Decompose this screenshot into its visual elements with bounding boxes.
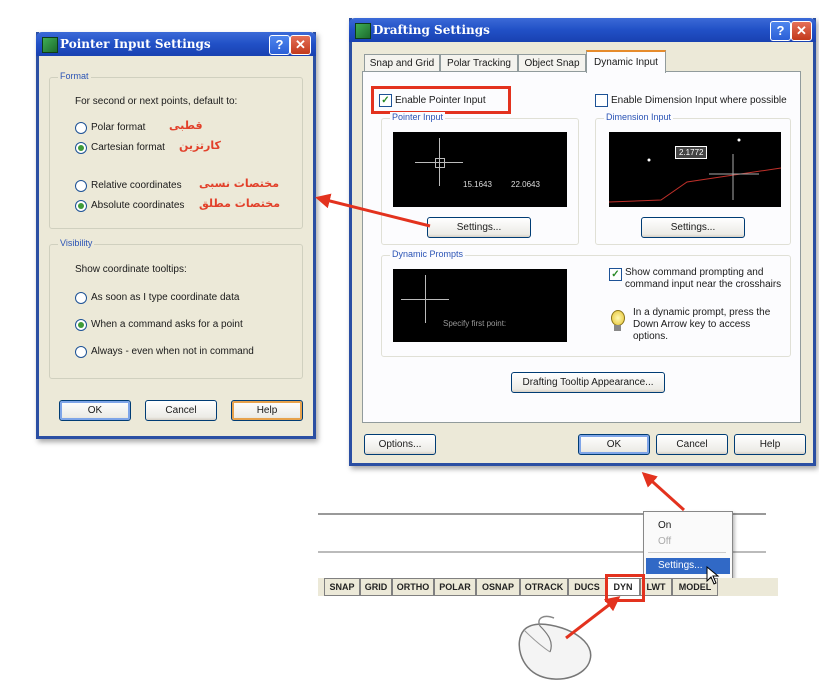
ok-button[interactable]: OK	[578, 434, 650, 455]
status-otrack-button[interactable]: OTRACK	[520, 578, 568, 596]
visibility-group-label: Visibility	[58, 238, 95, 248]
drafting-dialog-titlebar[interactable]: Drafting Settings ? ✕	[349, 18, 816, 42]
visibility-prompt: Show coordinate tooltips:	[75, 264, 187, 275]
cartesian-farsi-label: کارتزین	[179, 139, 221, 152]
absolute-coordinates-label[interactable]: Absolute coordinates	[91, 200, 184, 211]
tab-object-snap[interactable]: Object Snap	[518, 54, 586, 72]
enable-dimension-input-checkbox[interactable]	[595, 94, 608, 107]
status-snap-button[interactable]: SNAP	[324, 578, 360, 596]
polar-format-radio[interactable]	[75, 122, 87, 134]
dyn-highlight	[605, 574, 645, 602]
tooltip-always-radio[interactable]	[75, 346, 87, 358]
tooltip-on-type-radio[interactable]	[75, 292, 87, 304]
relative-coordinates-label[interactable]: Relative coordinates	[91, 180, 182, 191]
enable-dimension-input-label[interactable]: Enable Dimension Input where possible	[611, 95, 787, 106]
dimension-value-box: 2.1772	[675, 146, 708, 159]
options-button[interactable]: Options...	[364, 434, 436, 455]
dimension-input-preview: 2.1772	[609, 132, 781, 207]
polar-format-label[interactable]: Polar format	[91, 122, 145, 133]
pointer-dialog-title: Pointer Input Settings	[60, 37, 211, 51]
pointer-input-settings-dialog: Pointer Input Settings ? ✕ Format For se…	[36, 32, 316, 439]
drafting-tooltip-appearance-button[interactable]: Drafting Tooltip Appearance...	[511, 372, 665, 393]
tab-polar-tracking[interactable]: Polar Tracking	[440, 54, 518, 72]
tab-panel: ✓ Enable Pointer Input Enable Dimension …	[362, 71, 801, 423]
help-button[interactable]: Help	[231, 400, 303, 421]
cartesian-format-label[interactable]: Cartesian format	[91, 142, 165, 153]
status-polar-button[interactable]: POLAR	[434, 578, 476, 596]
pointer-input-group-label: Pointer Input	[390, 112, 446, 122]
specify-first-point-text: Specify first point:	[443, 319, 507, 328]
show-command-prompting-label[interactable]: Show command prompting and command input…	[625, 267, 785, 291]
cancel-button[interactable]: Cancel	[145, 400, 217, 421]
pointer-input-highlight	[371, 86, 511, 114]
arrow-to-drafting-dialog	[641, 471, 686, 512]
tooltip-on-command-label[interactable]: When a command asks for a point	[91, 319, 243, 330]
show-command-prompting-checkbox[interactable]: ✓	[609, 268, 622, 281]
cancel-button[interactable]: Cancel	[656, 434, 728, 455]
menu-item-on[interactable]: On	[658, 520, 671, 531]
tooltip-on-command-radio[interactable]	[75, 319, 87, 331]
dynamic-prompts-preview: Specify first point:	[393, 269, 567, 342]
status-osnap-button[interactable]: OSNAP	[476, 578, 520, 596]
dimension-preview-drawing	[609, 138, 781, 203]
pointer-dialog-titlebar[interactable]: Pointer Input Settings ? ✕	[36, 32, 316, 56]
lightbulb-icon	[611, 310, 625, 326]
app-icon	[42, 37, 58, 53]
tooltip-always-label[interactable]: Always - even when not in command	[91, 346, 254, 357]
pointer-settings-button[interactable]: Settings...	[427, 217, 531, 238]
status-ducs-button[interactable]: DUCS	[568, 578, 606, 596]
close-icon[interactable]: ✕	[290, 35, 311, 55]
down-arrow-hint: In a dynamic prompt, press the Down Arro…	[633, 307, 771, 342]
tab-snap-and-grid[interactable]: Snap and Grid	[364, 54, 440, 72]
close-icon[interactable]: ✕	[791, 21, 812, 41]
ok-button[interactable]: OK	[59, 400, 131, 421]
dynamic-prompts-group-label: Dynamic Prompts	[390, 249, 466, 259]
polar-farsi-label: قطبی	[169, 119, 203, 132]
coord-y-tooltip: 22.0643	[511, 180, 540, 189]
drafting-settings-dialog: Drafting Settings ? ✕ Snap and Grid Pola…	[349, 18, 816, 466]
tooltip-on-type-label[interactable]: As soon as I type coordinate data	[91, 292, 239, 303]
absolute-coordinates-radio[interactable]	[75, 200, 87, 212]
question-mark-icon[interactable]: ?	[770, 21, 791, 41]
relative-coordinates-radio[interactable]	[75, 180, 87, 192]
drafting-dialog-title: Drafting Settings	[373, 23, 490, 37]
pointer-input-preview: 15.1643 22.0643	[393, 132, 567, 207]
question-mark-icon[interactable]: ?	[269, 35, 290, 55]
crosshair-box	[435, 158, 445, 168]
dimension-settings-button[interactable]: Settings...	[641, 217, 745, 238]
status-ortho-button[interactable]: ORTHO	[392, 578, 434, 596]
lightbulb-base	[614, 325, 621, 331]
app-icon	[355, 23, 371, 39]
absolute-farsi-label: مختصات مطلق	[199, 197, 281, 210]
prompt-crosshair-vertical	[425, 275, 426, 323]
help-button[interactable]: Help	[734, 434, 806, 455]
menu-separator	[648, 552, 726, 553]
format-prompt: For second or next points, default to:	[75, 96, 238, 107]
relative-farsi-label: مختصات نسبی	[199, 177, 280, 190]
format-group-label: Format	[58, 71, 91, 81]
dimension-input-group-label: Dimension Input	[604, 112, 674, 122]
cursor-icon	[706, 566, 720, 585]
menu-item-off[interactable]: Off	[658, 536, 671, 547]
menu-item-settings-label[interactable]: Settings...	[658, 560, 702, 571]
mouse-icon	[518, 615, 592, 680]
cartesian-format-radio[interactable]	[75, 142, 87, 154]
coord-x-tooltip: 15.1643	[463, 180, 492, 189]
tab-dynamic-input[interactable]: Dynamic Input	[586, 50, 666, 73]
status-grid-button[interactable]: GRID	[360, 578, 392, 596]
